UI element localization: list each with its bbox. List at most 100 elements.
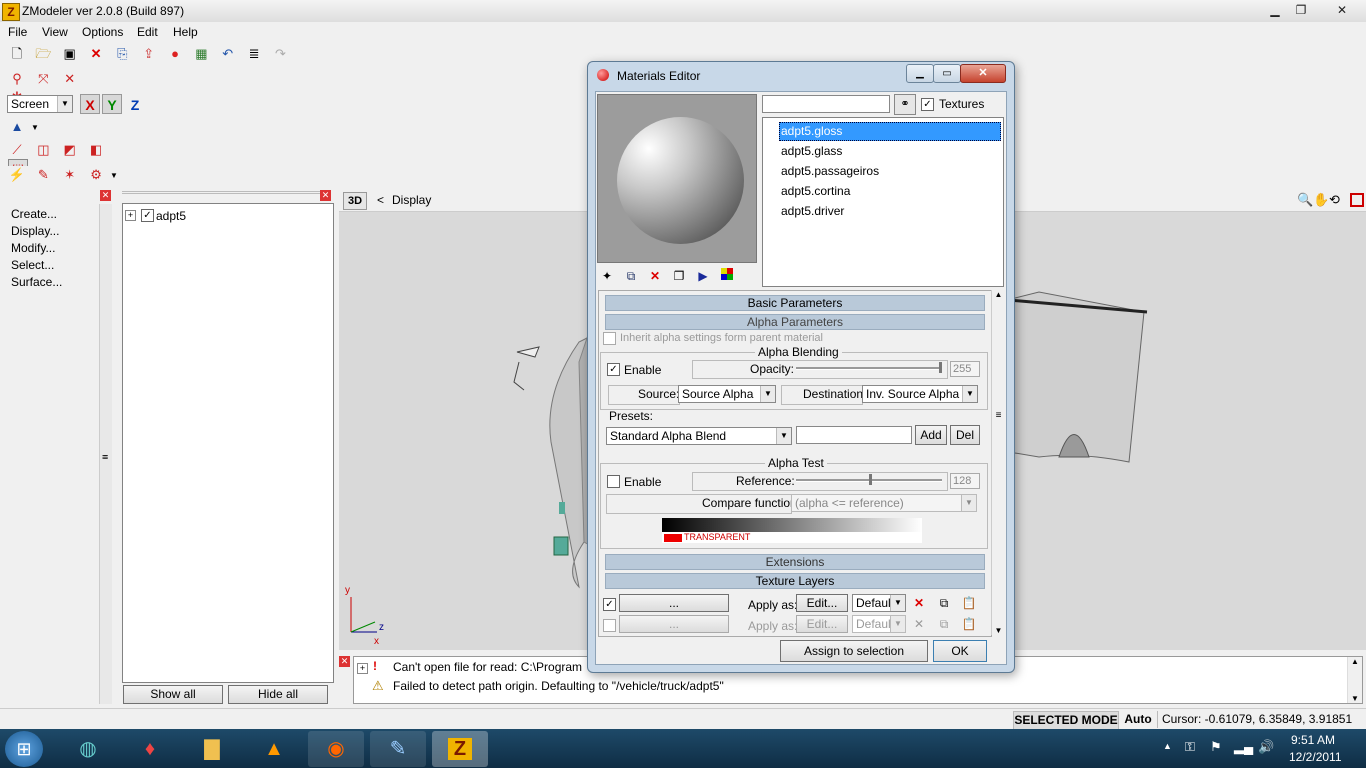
back-arrow-icon[interactable]: <	[377, 193, 384, 207]
close-icon[interactable]: ✕	[339, 656, 350, 667]
duplicate-icon[interactable]: ❐	[670, 267, 688, 285]
delete-icon[interactable]: ✕	[87, 45, 105, 63]
copy-material-icon[interactable]: ⧉	[622, 267, 640, 285]
rotate-icon[interactable]: ⟲	[1329, 192, 1340, 208]
axis-y-button[interactable]: Y	[102, 94, 122, 114]
texture-layer-browse-button[interactable]: ...	[619, 594, 729, 612]
document-icon[interactable]: ≣	[245, 45, 263, 63]
material-item[interactable]: adpt5.driver	[781, 204, 844, 218]
axis-move-icon[interactable]: ⤧	[34, 70, 52, 88]
opacity-value[interactable]: 255	[950, 361, 980, 377]
coord-mode-select[interactable]: Screen ▼	[7, 95, 73, 113]
object-mode-icon[interactable]: ◧	[87, 141, 105, 159]
start-button[interactable]: ⊞	[5, 731, 43, 767]
expand-icon[interactable]: +	[125, 210, 136, 221]
texture-layers-header[interactable]: Texture Layers	[605, 573, 985, 589]
menu-edit[interactable]: Edit	[137, 25, 158, 39]
chevron-up-icon[interactable]: ▲	[992, 290, 1005, 299]
viewport-3d-button[interactable]: 3D	[343, 192, 367, 210]
presets-select[interactable]: Standard Alpha Blend ▼	[606, 427, 792, 445]
texture-layer-checkbox[interactable]	[603, 619, 616, 632]
tree-item-adpt5[interactable]: adpt5	[156, 209, 186, 223]
compare-select[interactable]: (alpha <= reference) ▼	[791, 494, 977, 512]
wand-icon[interactable]: ⚡	[8, 166, 26, 184]
material-search-input[interactable]	[762, 95, 890, 113]
edge-mode-icon[interactable]: ◫	[34, 141, 52, 159]
alpha-blending-enable-checkbox[interactable]: ✓	[607, 363, 620, 376]
texture-layer-checkbox[interactable]: ✓	[603, 598, 616, 611]
textures-checkbox[interactable]: ✓	[921, 98, 934, 111]
att-icon[interactable]: ◍	[60, 731, 116, 767]
assign-to-selection-button[interactable]: Assign to selection	[780, 640, 928, 662]
tray-flag-icon[interactable]: ⚑	[1210, 739, 1222, 755]
open-folder-icon[interactable]: 🗁	[34, 45, 52, 63]
basic-parameters-header[interactable]: Basic Parameters	[605, 295, 985, 311]
close-button[interactable]: ✕	[1328, 1, 1356, 19]
menu-options[interactable]: Options	[82, 25, 123, 39]
dialog-close-button[interactable]: ✕	[960, 64, 1006, 83]
material-item[interactable]: adpt5.gloss	[781, 124, 842, 138]
tray-volume-icon[interactable]: 🔊	[1258, 739, 1274, 755]
show-all-button[interactable]: Show all	[123, 685, 223, 704]
material-item[interactable]: adpt5.glass	[781, 144, 842, 158]
chevron-down-icon[interactable]: ▼	[1348, 694, 1362, 703]
texture-layer-edit-button[interactable]: Edit...	[796, 594, 848, 612]
ok-button[interactable]: OK	[933, 640, 987, 662]
vlc-icon[interactable]: ▲	[246, 731, 302, 767]
viewport-display-label[interactable]: Display	[392, 193, 431, 207]
firefox-icon[interactable]: ◉	[308, 731, 364, 767]
new-file-icon[interactable]: 🗋	[8, 45, 26, 63]
preset-name-input[interactable]	[796, 426, 912, 444]
hide-all-button[interactable]: Hide all	[228, 685, 328, 704]
acrobat-icon[interactable]: ♦	[122, 731, 178, 767]
opacity-slider-thumb[interactable]	[939, 362, 942, 373]
zmodeler-task-icon[interactable]: Z	[432, 731, 488, 767]
clock-date[interactable]: 12/2/2011	[1289, 750, 1342, 764]
extensions-header[interactable]: Extensions	[605, 554, 985, 570]
redo-icon[interactable]: ↷	[271, 45, 289, 63]
axis-rotate-icon[interactable]: ✕	[61, 70, 79, 88]
cmd-create[interactable]: Create...	[11, 207, 57, 221]
close-icon[interactable]: ✕	[100, 190, 111, 201]
panel-splitter-icon[interactable]: ≡	[103, 452, 111, 462]
undo-icon[interactable]: ↶	[219, 45, 237, 63]
parameters-scrollbar[interactable]: ▲ ≡ ▼	[991, 290, 1005, 635]
tray-expand-icon[interactable]: ▲	[1163, 741, 1172, 751]
figure-icon[interactable]: ✶	[61, 166, 79, 184]
chevron-down-icon[interactable]: ▼	[992, 626, 1005, 635]
reference-slider-thumb[interactable]	[869, 474, 872, 485]
texture-layer-browse-button[interactable]: ...	[619, 615, 729, 633]
chevron-down-icon[interactable]: ▼	[31, 123, 39, 132]
source-select[interactable]: Source Alpha ▼	[678, 385, 776, 403]
log-scrollbar[interactable]: ▲ ▼	[1347, 657, 1362, 703]
brush-icon[interactable]: ✎	[34, 166, 52, 184]
menu-file[interactable]: File	[8, 25, 27, 39]
palette-icon[interactable]	[718, 267, 736, 285]
paint-icon[interactable]: ✎	[370, 731, 426, 767]
texture-blend-select[interactable]: Default ▼	[852, 594, 906, 612]
alpha-parameters-header[interactable]: Alpha Parameters	[605, 314, 985, 330]
new-material-icon[interactable]: ✦	[598, 267, 616, 285]
close-icon[interactable]: ✕	[320, 190, 331, 201]
reference-value[interactable]: 128	[950, 473, 980, 489]
maximize-button[interactable]: ❐	[1288, 1, 1314, 19]
tray-device-icon[interactable]: ⚿	[1185, 739, 1195, 755]
binoculars-icon[interactable]: ⚭	[894, 94, 916, 115]
expand-icon[interactable]: +	[357, 663, 368, 674]
pan-hand-icon[interactable]: ✋	[1313, 192, 1329, 208]
destination-select[interactable]: Inv. Source Alpha ▼	[862, 385, 978, 403]
copy-layer-icon[interactable]: ⧉	[935, 594, 953, 612]
add-preset-button[interactable]: Add	[915, 425, 947, 445]
remove-layer-icon[interactable]: ✕	[910, 594, 928, 612]
tree-item-checkbox[interactable]: ✓	[141, 209, 154, 222]
chevron-down-icon[interactable]: ▼	[110, 171, 118, 180]
play-icon[interactable]: ▶	[694, 267, 712, 285]
save-icon[interactable]: ▣	[61, 45, 79, 63]
export-icon[interactable]: ⇪	[140, 45, 158, 63]
vertex-mode-icon[interactable]: ⟋	[8, 141, 26, 159]
cmd-surface[interactable]: Surface...	[11, 275, 62, 289]
axis-z-button[interactable]: Z	[125, 94, 145, 114]
opacity-slider[interactable]	[796, 367, 942, 370]
paste-layer-icon[interactable]: 📋	[960, 594, 978, 612]
delete-preset-button[interactable]: Del	[950, 425, 980, 445]
